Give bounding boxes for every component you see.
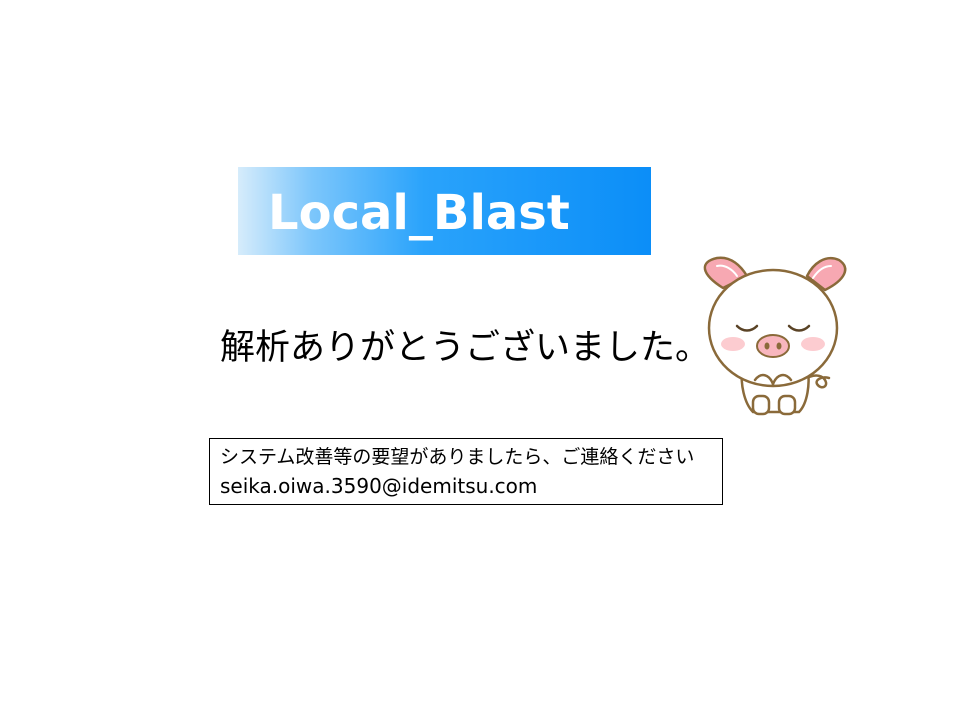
slide-title: Local_Blast (268, 185, 570, 241)
thanks-message: 解析ありがとうございました。 (220, 328, 711, 368)
bowing-pig-icon (703, 256, 847, 416)
contact-request-text: システム改善等の要望がありましたら、ご連絡ください (220, 446, 695, 468)
contact-box: システム改善等の要望がありましたら、ご連絡ください seika.oiwa.359… (209, 438, 723, 505)
contact-email: seika.oiwa.3590@idemitsu.com (220, 474, 538, 498)
